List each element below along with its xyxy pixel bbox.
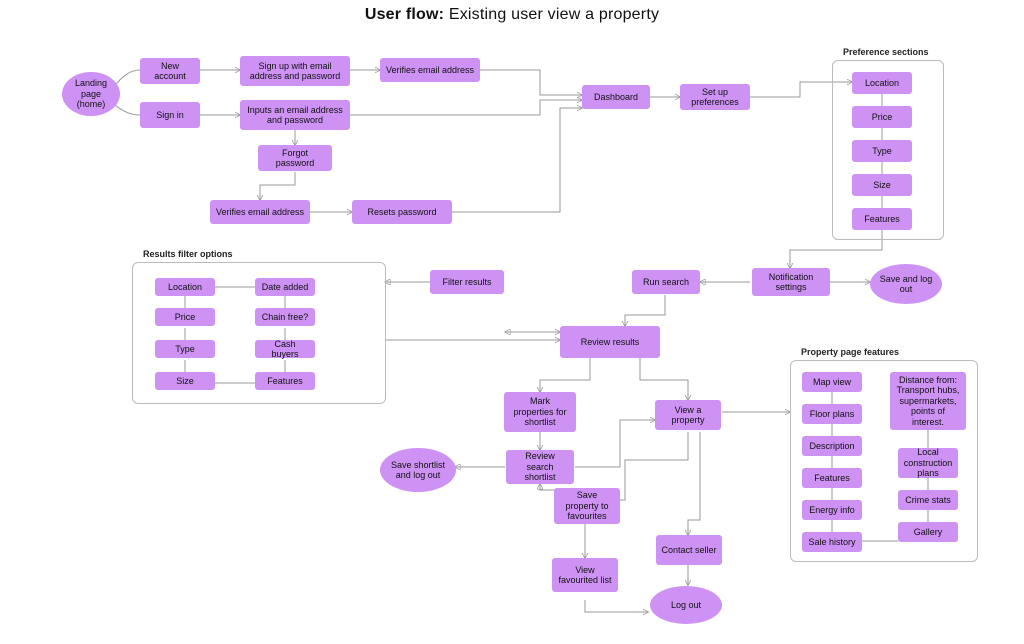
node-setup-preferences: Set up preferences [680, 84, 750, 110]
node-contact-seller: Contact seller [656, 535, 722, 565]
filter-date-added: Date added [255, 278, 315, 296]
node-new-account: New account [140, 58, 200, 84]
node-sign-in: Sign in [140, 102, 200, 128]
node-review-shortlist: Review search shortlist [506, 450, 574, 484]
pref-price: Price [852, 106, 912, 128]
pp-energy-info: Energy info [802, 500, 862, 520]
pp-distance: Distance from: Transport hubs, supermark… [890, 372, 966, 430]
pref-size: Size [852, 174, 912, 196]
node-save-shortlist-logout: Save shortlist and log out [380, 448, 456, 492]
node-verifies-email-2: Verifies email address [210, 200, 310, 224]
node-forgot-password: Forgot password [258, 145, 332, 171]
node-signup-email: Sign up with email address and password [240, 56, 350, 86]
title-text: Existing user view a property [449, 6, 659, 23]
filter-cash-buyers: Cash buyers [255, 340, 315, 358]
node-notification-settings: Notification settings [752, 268, 830, 296]
node-inputs-creds: Inputs an email address and password [240, 100, 350, 130]
node-review-results: Review results [560, 326, 660, 358]
pp-sale-history: Sale history [802, 532, 862, 552]
pp-features: Features [802, 468, 862, 488]
node-mark-properties: Mark properties for shortlist [504, 392, 576, 432]
node-dashboard: Dashboard [582, 85, 650, 109]
filter-price: Price [155, 308, 215, 326]
node-view-property: View a property [655, 400, 721, 430]
page-title: User flow: Existing user view a property [0, 6, 1024, 24]
title-prefix: User flow: [365, 6, 444, 23]
pref-location: Location [852, 72, 912, 94]
pp-crime-stats: Crime stats [898, 490, 958, 510]
filter-type: Type [155, 340, 215, 358]
pp-map-view: Map view [802, 372, 862, 392]
pref-type: Type [852, 140, 912, 162]
node-save-favourites: Save property to favourites [554, 488, 620, 524]
filter-features: Features [255, 372, 315, 390]
node-verifies-email-1: Verifies email address [380, 58, 480, 82]
node-log-out: Log out [650, 586, 722, 624]
pp-description: Description [802, 436, 862, 456]
group-label-filters: Results filter options [139, 249, 237, 259]
pref-features: Features [852, 208, 912, 230]
filter-location: Location [155, 278, 215, 296]
pp-gallery: Gallery [898, 522, 958, 542]
node-save-logout: Save and log out [870, 264, 942, 304]
filter-size: Size [155, 372, 215, 390]
node-landing-page: Landing page (home) [62, 72, 120, 116]
group-label-prop: Property page features [797, 347, 903, 357]
node-filter-results: Filter results [430, 270, 504, 294]
pp-floor-plans: Floor plans [802, 404, 862, 424]
filter-chain-free: Chain free? [255, 308, 315, 326]
pp-construction: Local construction plans [898, 448, 958, 478]
node-resets-password: Resets password [352, 200, 452, 224]
group-label-prefs: Preference sections [839, 47, 933, 57]
node-view-fav-list: View favourited list [552, 558, 618, 592]
node-run-search: Run search [632, 270, 700, 294]
